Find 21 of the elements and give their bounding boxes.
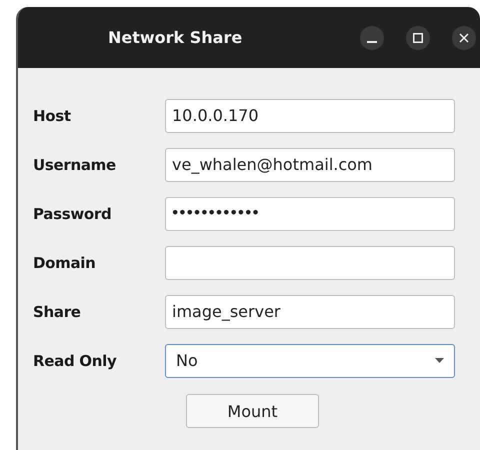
dropdown-arrow-icon xyxy=(435,358,444,363)
input-field[interactable]: ve_whalen@hotmail.com xyxy=(165,148,455,182)
mount-button[interactable]: Mount xyxy=(186,394,319,428)
minimize-button[interactable] xyxy=(360,26,384,50)
input-field[interactable]: image_server xyxy=(165,294,455,328)
field-label: Domain xyxy=(33,254,97,272)
maximize-button[interactable] xyxy=(406,26,430,50)
input-field[interactable]: 10.0.0.170 xyxy=(165,98,455,132)
field-label: Host xyxy=(33,106,72,124)
field-label: Username xyxy=(33,156,117,174)
close-icon xyxy=(459,33,469,43)
field-label: Share xyxy=(33,302,82,320)
minimize-icon xyxy=(367,41,377,43)
field-label: Password xyxy=(33,204,112,222)
maximize-icon xyxy=(413,33,423,43)
window-title: Network Share xyxy=(108,28,242,47)
field-label: Read Only xyxy=(33,352,118,370)
input-field[interactable] xyxy=(165,246,455,280)
password-field[interactable]: •••••••••••• xyxy=(165,196,455,230)
close-button[interactable] xyxy=(452,26,476,50)
dropdown[interactable]: No xyxy=(165,344,455,378)
